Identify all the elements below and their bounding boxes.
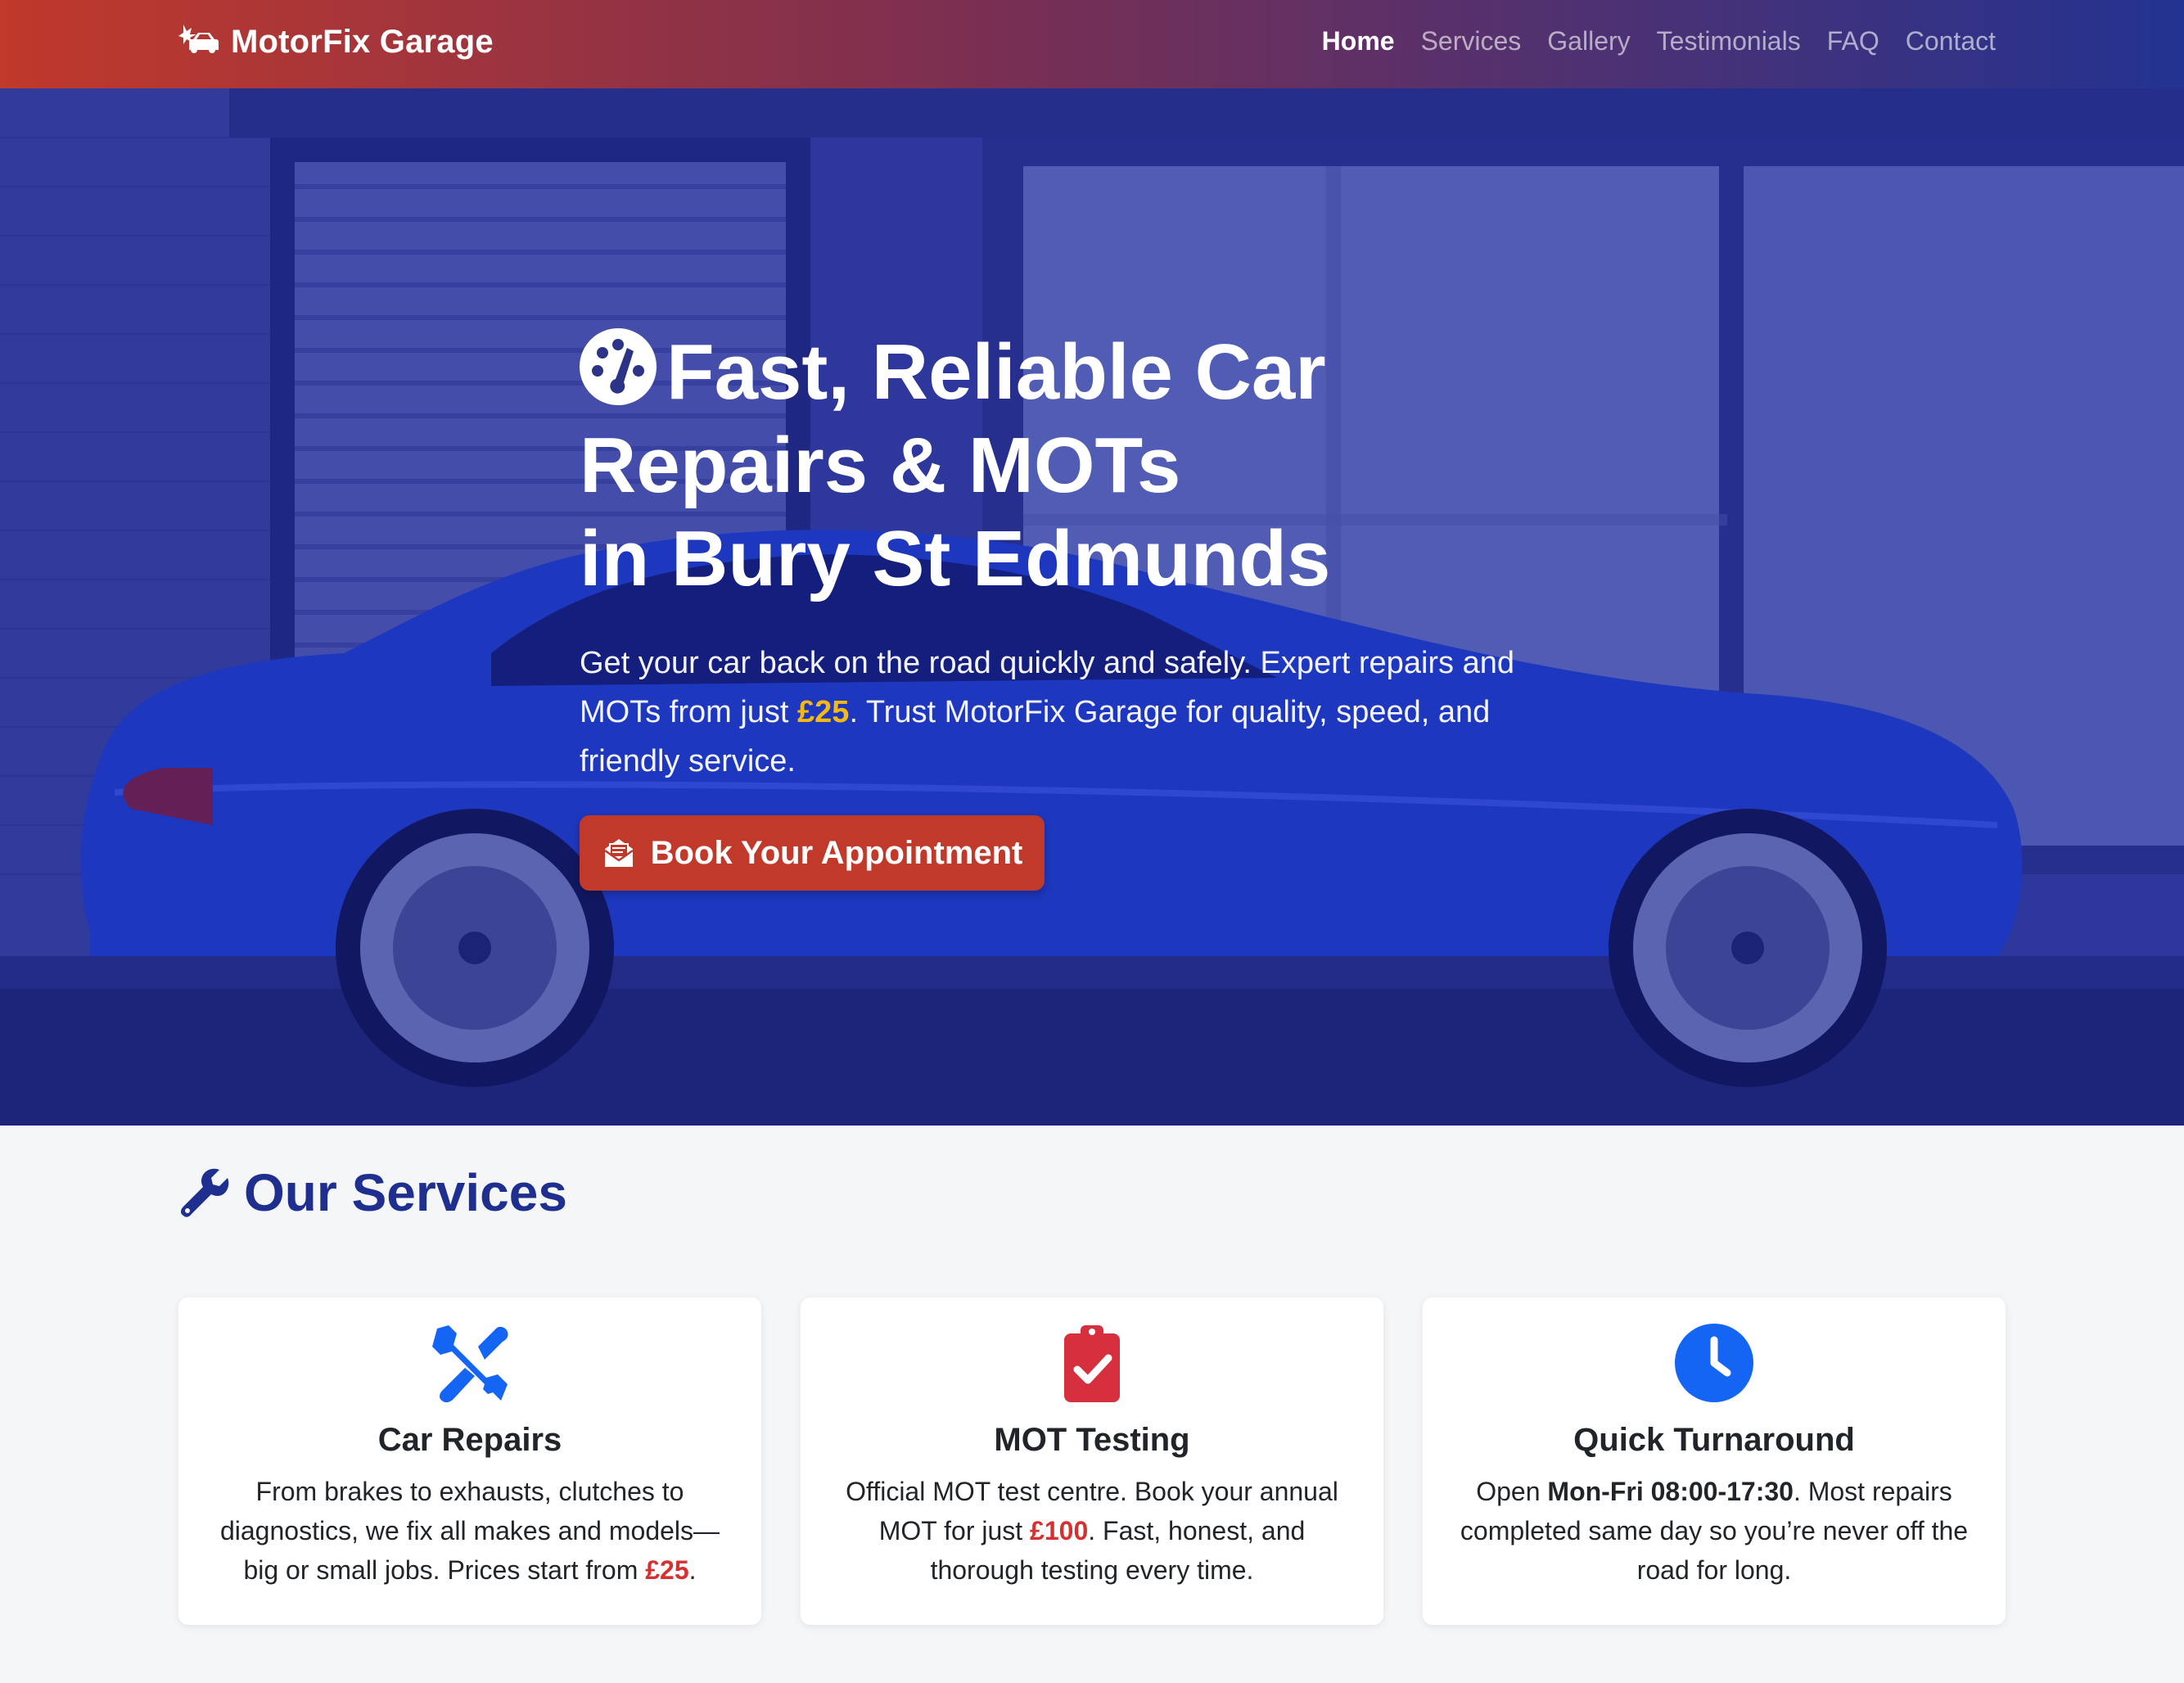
service-hours: Mon-Fri 08:00-17:30 (1547, 1477, 1794, 1506)
hero-title: Fast, Reliable Car Repairs & MOTs in Bur… (580, 326, 1562, 606)
brand-name: MotorFix Garage (231, 23, 494, 60)
service-price-mot: £100 (1030, 1516, 1089, 1545)
hero-description: Get your car back on the road quickly an… (580, 638, 1562, 786)
book-appointment-label: Book Your Appointment (650, 834, 1023, 871)
envelope-open-icon (603, 839, 634, 867)
nav-links: Home Services Gallery Testimonials FAQ C… (1322, 26, 1996, 56)
service-text-mot: Official MOT test centre. Book your annu… (826, 1472, 1358, 1590)
nav-contact[interactable]: Contact (1906, 26, 1996, 56)
hero-price: £25 (797, 695, 850, 729)
nav-services[interactable]: Services (1421, 26, 1522, 56)
hero-title-line-3: in Bury St Edmunds (580, 515, 1331, 602)
nav-gallery[interactable]: Gallery (1547, 26, 1630, 56)
hero-title-text-1: Fast, Reliable Car (666, 328, 1326, 416)
service-text-repairs-after: . (688, 1555, 697, 1585)
nav-testimonials[interactable]: Testimonials (1657, 26, 1801, 56)
hero-title-line-1: Fast, Reliable Car (580, 326, 1562, 419)
services-heading-text: Our Services (244, 1163, 567, 1222)
service-price-repairs: £25 (645, 1555, 689, 1585)
services-cards: Car Repairs From brakes to exhausts, clu… (178, 1297, 2006, 1625)
brand-link[interactable]: MotorFix Garage (178, 21, 494, 62)
nav-faq[interactable]: FAQ (1827, 26, 1879, 56)
book-appointment-button[interactable]: Book Your Appointment (580, 815, 1045, 891)
navbar: MotorFix Garage Home Services Gallery Te… (0, 0, 2184, 88)
service-text-turnaround-before: Open (1476, 1477, 1548, 1506)
nav-home[interactable]: Home (1322, 26, 1395, 56)
service-card-repairs: Car Repairs From brakes to exhausts, clu… (178, 1297, 761, 1625)
service-text-turnaround: Open Mon-Fri 08:00-17:30. Most repairs c… (1448, 1472, 1980, 1590)
services-heading: Our Services (178, 1162, 567, 1223)
hero-title-line-2: Repairs & MOTs (580, 422, 1181, 509)
service-title-repairs: Car Repairs (377, 1422, 562, 1458)
clipboard-check-icon (1064, 1325, 1120, 1402)
service-text-repairs: From brakes to exhausts, clutches to dia… (204, 1472, 736, 1590)
service-title-mot: MOT Testing (994, 1422, 1190, 1458)
tools-icon (432, 1325, 508, 1403)
hero-section: Fast, Reliable Car Repairs & MOTs in Bur… (0, 88, 2184, 1126)
clock-icon (1675, 1324, 1753, 1402)
gauge-icon (580, 328, 657, 405)
service-title-turnaround: Quick Turnaround (1573, 1422, 1855, 1458)
car-crash-icon (178, 25, 219, 53)
wrench-icon (181, 1168, 229, 1217)
service-card-mot: MOT Testing Official MOT test centre. Bo… (801, 1297, 1383, 1625)
service-card-turnaround: Quick Turnaround Open Mon-Fri 08:00-17:3… (1423, 1297, 2006, 1625)
hero-content: Fast, Reliable Car Repairs & MOTs in Bur… (580, 326, 1562, 786)
